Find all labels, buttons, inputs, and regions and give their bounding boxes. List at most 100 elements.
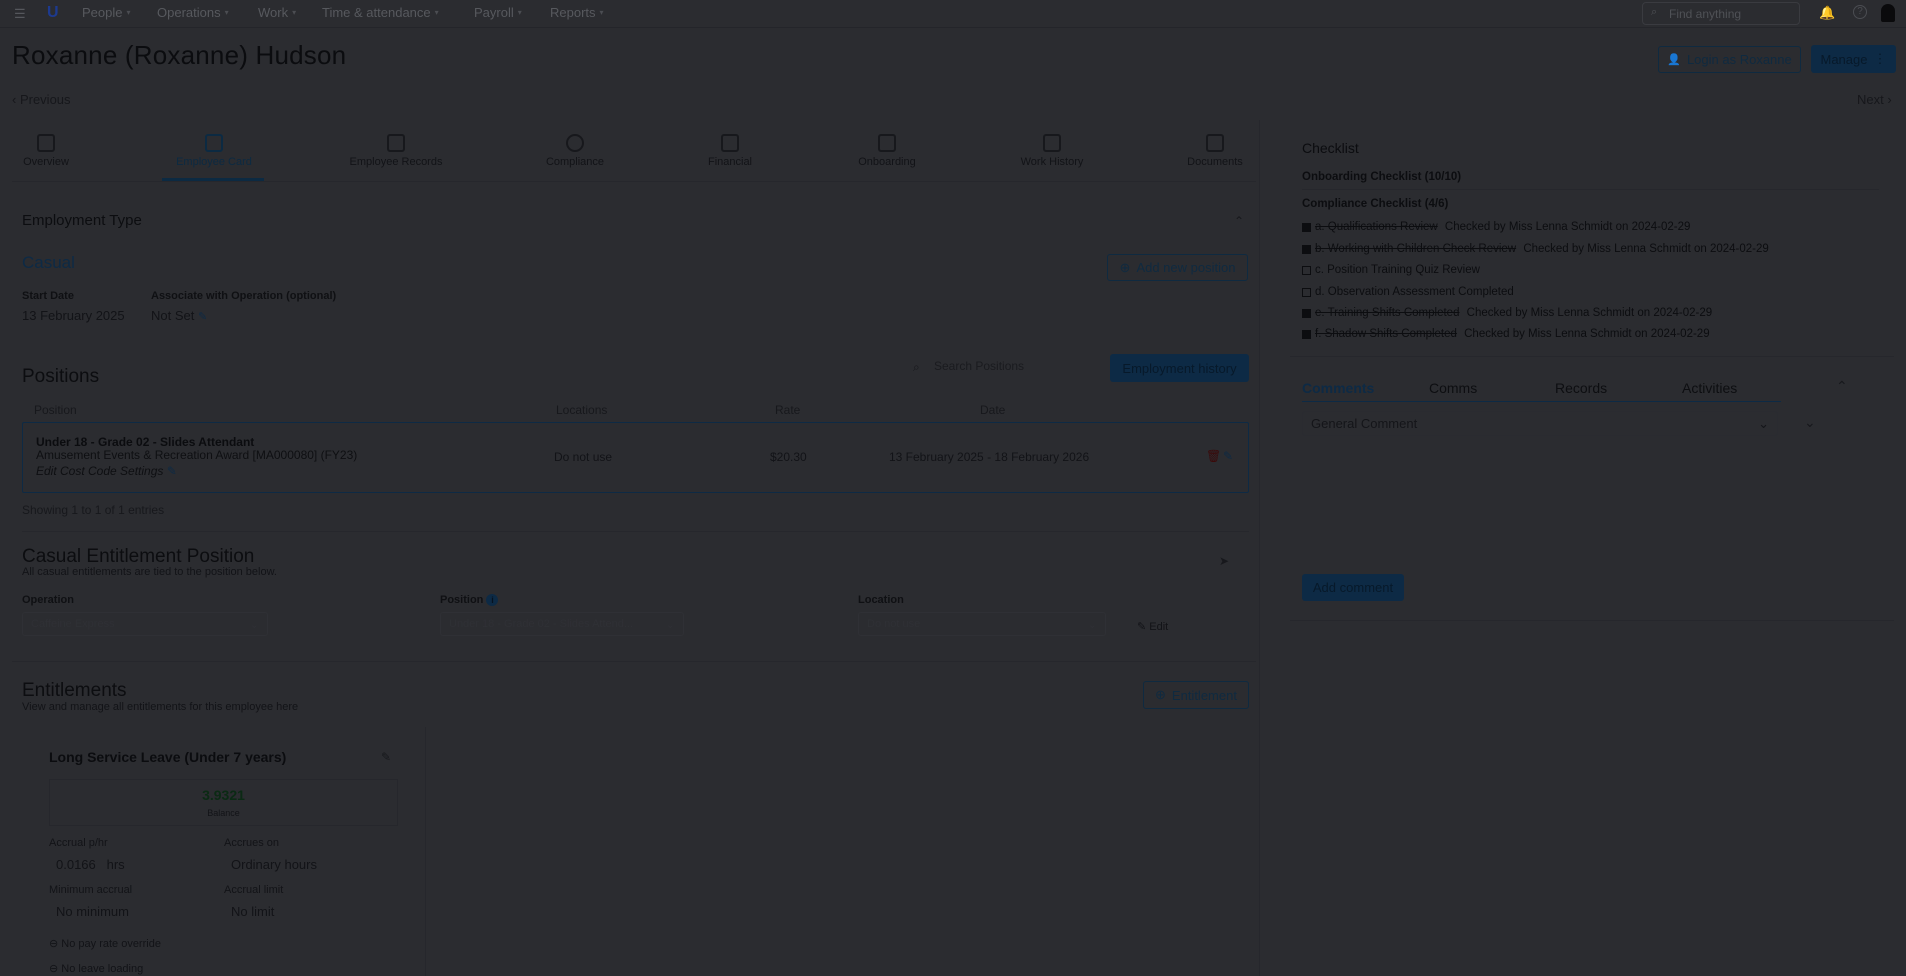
global-search-input[interactable]: ⌕ Find anything <box>1642 2 1800 25</box>
chevron-down-icon: ⌄ <box>249 619 259 631</box>
section-divider <box>1290 356 1894 357</box>
nav-people[interactable]: People ▾ <box>82 5 131 20</box>
checklist-item[interactable]: c. Position Training Quiz Review <box>1302 264 1480 276</box>
casual-entitlement-heading: Casual Entitlement Position <box>22 546 255 567</box>
add-entitlement-button[interactable]: ⊕ Entitlement <box>1143 681 1249 709</box>
hamburger-menu-icon[interactable]: ☰ <box>14 6 26 22</box>
tab-comments[interactable]: Comments <box>1302 380 1374 396</box>
tab-comms[interactable]: Comms <box>1429 380 1477 396</box>
associate-operation-label: Associate with Operation (optional) <box>151 290 337 302</box>
edit-pencil-icon[interactable]: ✎ <box>381 750 391 764</box>
edit-label: Edit <box>1149 621 1169 633</box>
add-comment-button[interactable]: Add comment <box>1302 574 1404 601</box>
tab-documents[interactable]: Documents <box>1184 134 1246 168</box>
checkbox[interactable] <box>1302 287 1311 297</box>
location-label: Location <box>858 594 904 606</box>
table-row[interactable]: Under 18 - Grade 02 - Slides Attendant A… <box>22 422 1249 493</box>
edit-pencil-icon[interactable]: ✎ <box>198 311 207 323</box>
position-award: Amusement Events & Recreation Award [MA0… <box>36 448 358 462</box>
chevron-up-icon[interactable]: ⌃ <box>1234 214 1244 228</box>
employment-type-value: Casual <box>22 253 75 272</box>
tab-onboarding[interactable]: Onboarding <box>852 134 922 168</box>
edit-pencil-icon: ✎ <box>1137 621 1147 633</box>
position-select[interactable]: Under 18 - Grade 02 - Slides Attend... ⌄ <box>440 612 684 636</box>
manage-button[interactable]: Manage ⋮ <box>1811 45 1896 73</box>
operation-select[interactable]: Caffeine Express ⌄ <box>22 612 268 636</box>
plus-circle-icon: ⊕ <box>1119 259 1131 275</box>
no-leave-loading: ⊖ No leave loading <box>49 962 143 975</box>
tab-label: Overview <box>23 156 69 168</box>
start-date-label: Start Date <box>22 290 74 302</box>
bell-icon[interactable]: 🔔 <box>1819 5 1835 21</box>
employment-history-button[interactable]: Employment history <box>1110 354 1249 382</box>
checklist-item[interactable]: b. Working with Children Check Review Ch… <box>1302 243 1769 255</box>
edit-casual-position-button[interactable]: ✎ Edit <box>1137 620 1168 633</box>
tab-records[interactable]: Records <box>1555 380 1607 396</box>
next-link[interactable]: Next › <box>1857 92 1892 107</box>
checklist-item[interactable]: f. Shadow Shifts Completed Checked by Mi… <box>1302 328 1710 340</box>
employment-type-heading: Employment Type <box>22 212 142 229</box>
accrual-number: 0.0166 <box>56 857 96 872</box>
tab-overview[interactable]: Overview <box>22 134 70 168</box>
checkbox[interactable] <box>1302 329 1311 339</box>
chevron-up-icon[interactable]: ⌃ <box>1836 378 1848 395</box>
positions-search-input[interactable]: Search Positions <box>934 359 1104 376</box>
nav-payroll[interactable]: Payroll ▾ <box>474 5 522 20</box>
tab-activities[interactable]: Activities <box>1682 380 1737 396</box>
info-icon[interactable]: i <box>486 594 499 606</box>
onboarding-checklist-toggle[interactable]: Onboarding Checklist (10/10) <box>1302 171 1461 183</box>
checkbox[interactable] <box>1302 244 1311 254</box>
chevron-down-icon: ⌄ <box>1758 416 1769 431</box>
trash-icon[interactable]: 🗑 <box>1206 449 1221 463</box>
manage-label: Manage <box>1820 51 1868 67</box>
chevron-down-icon[interactable]: ⌄ <box>1804 414 1816 431</box>
chevron-down-icon: ▾ <box>599 8 604 17</box>
nav-reports[interactable]: Reports ▾ <box>550 5 604 20</box>
app-logo[interactable]: U <box>47 4 63 22</box>
tab-compliance[interactable]: Compliance <box>542 134 608 168</box>
nav-time-attendance[interactable]: Time & attendance ▾ <box>322 5 439 20</box>
tab-financial[interactable]: Financial <box>702 134 758 168</box>
column-header-position[interactable]: Position <box>34 403 77 417</box>
comments-tab-underline <box>1302 401 1781 402</box>
checkbox[interactable] <box>1302 308 1311 318</box>
associate-value-text: Not Set <box>151 308 195 323</box>
comment-type-select[interactable]: General Comment ⌄ <box>1302 411 1778 436</box>
previous-link[interactable]: ‹ Previous <box>12 92 71 107</box>
tab-employee-records[interactable]: Employee Records <box>346 134 446 168</box>
tab-employee-card[interactable]: Employee Card <box>164 134 264 168</box>
more-vertical-icon: ⋮ <box>1873 51 1887 66</box>
checklist-item[interactable]: d. Observation Assessment Completed <box>1302 286 1514 298</box>
entitlement-card: Long Service Leave (Under 7 years) ✎ 3.9… <box>22 727 426 976</box>
nav-work[interactable]: Work ▾ <box>258 5 296 20</box>
column-header-locations[interactable]: Locations <box>556 403 607 417</box>
checklist-item-label: c. Position Training Quiz Review <box>1315 264 1480 276</box>
comment-textarea[interactable] <box>1302 441 1778 565</box>
edit-cost-code-link[interactable]: Edit Cost Code Settings ✎ <box>36 464 177 478</box>
compliance-checklist-toggle[interactable]: Compliance Checklist (4/6) <box>1302 198 1448 210</box>
edit-pencil-icon[interactable]: ✎ <box>1223 449 1233 463</box>
column-header-date[interactable]: Date <box>980 403 1005 417</box>
checklist-item-label: d. Observation Assessment Completed <box>1315 286 1514 298</box>
user-avatar-icon[interactable] <box>1881 4 1895 22</box>
help-icon[interactable]: ? <box>1853 5 1867 19</box>
checklist-item[interactable]: e. Training Shifts Completed Checked by … <box>1302 307 1712 319</box>
add-new-position-button[interactable]: ⊕ Add new position <box>1107 254 1248 281</box>
file-clock-icon <box>1043 134 1061 152</box>
tab-work-history[interactable]: Work History <box>1016 134 1088 168</box>
position-location: Do not use <box>554 450 613 464</box>
page-title: Roxanne (Roxanne) Hudson <box>12 40 347 70</box>
operation-label: Operation <box>22 594 74 606</box>
nav-operations[interactable]: Operations ▾ <box>157 5 229 20</box>
login-as-button[interactable]: 👤 Login as Roxanne <box>1658 46 1801 73</box>
checkbox[interactable] <box>1302 265 1311 275</box>
checklist-item[interactable]: a. Qualifications Review Checked by Miss… <box>1302 221 1690 233</box>
balance-value: 3.9321 <box>202 787 245 803</box>
location-select[interactable]: Do not use ⌄ <box>858 612 1106 636</box>
checklist-item-label: e. Training Shifts Completed <box>1315 307 1460 319</box>
tab-label: Documents <box>1187 156 1243 168</box>
checkbox[interactable] <box>1302 222 1311 232</box>
checklist-item-label: f. Shadow Shifts Completed <box>1315 328 1457 340</box>
column-header-rate[interactable]: Rate <box>775 403 800 417</box>
minus-circle-icon: ⊖ <box>49 963 59 975</box>
